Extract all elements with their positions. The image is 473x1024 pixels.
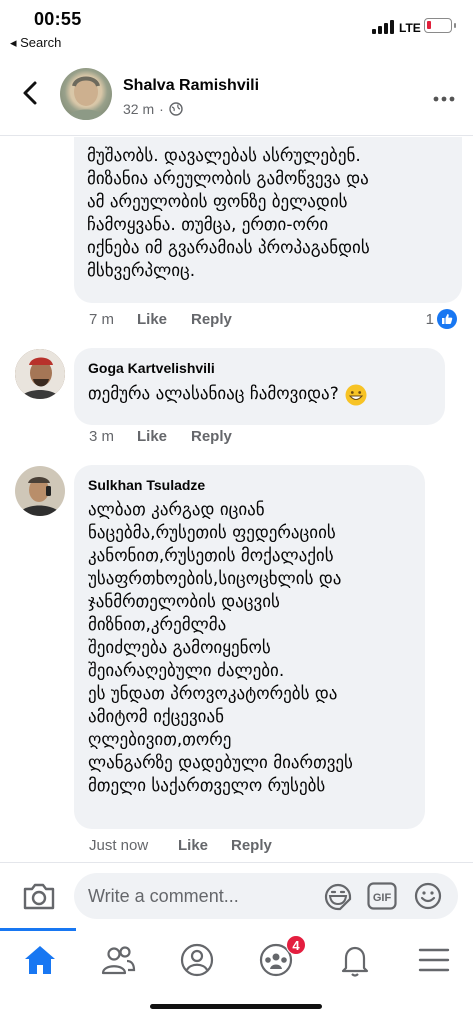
comment-time: 3 m	[89, 428, 115, 445]
gif-icon: GIF	[367, 882, 397, 910]
comment-time: 7 m	[89, 311, 115, 328]
comment-actions: Just now Like Reply	[89, 837, 272, 854]
comment-line: მიზანია არეულობის გამოწვევა და	[87, 169, 369, 189]
like-button[interactable]: Like	[178, 837, 231, 854]
comment-text: მუშაობს. დავალებას ასრულებენ. მიზანია არ…	[87, 145, 370, 283]
bell-icon	[341, 946, 369, 977]
comment-bubble: Goga Kartvelishvili თემურა ალასანიაც ჩამ…	[74, 348, 445, 425]
commenter-name[interactable]: Goga Kartvelishvili	[88, 360, 367, 376]
comment-line: მიზნით,კრემლმა	[88, 615, 227, 635]
comment-input[interactable]: Write a comment... GIF	[74, 873, 458, 919]
back-to-search-link[interactable]: ◂ Search	[10, 35, 61, 51]
post-header: Shalva Ramishvili 32 m ·	[0, 56, 473, 136]
camera-button[interactable]	[22, 881, 56, 911]
sticker-button[interactable]	[323, 882, 353, 912]
comment-text: თემურა ალასანიაც ჩამოვიდა?	[88, 383, 367, 406]
comment-time: Just now	[89, 837, 149, 854]
comment-line: ალბათ კარგად იციან	[88, 500, 265, 520]
comment-line: მთელი საქართველო რუსებს	[88, 776, 326, 796]
comment-line: მუშაობს. დავალებას ასრულებენ.	[87, 146, 361, 166]
comment-bubble: მუშაობს. დავალებას ასრულებენ. მიზანია არ…	[74, 137, 462, 303]
home-icon	[25, 946, 55, 974]
comment-actions: 7 m Like Reply	[89, 311, 232, 328]
groups-badge: 4	[286, 935, 306, 955]
tab-profile[interactable]	[177, 942, 217, 978]
like-button[interactable]: Like	[137, 428, 191, 445]
commenter-name[interactable]: Sulkhan Tsuladze	[88, 477, 353, 493]
status-bar: 00:55 ◂ Search LTE	[0, 0, 473, 56]
comment-bubble: Sulkhan Tsuladze ალბათ კარგად იციან ნაცე…	[74, 465, 425, 829]
menu-icon	[418, 948, 450, 972]
comment-line: ამიტომ იქცევიან	[88, 707, 224, 727]
home-indicator	[150, 1004, 322, 1009]
comment-line: ეს უნდათ პროვოკატორებს და	[88, 684, 338, 704]
comment-line: იქნება იმ გვარამიას პროპაგანდის	[87, 238, 370, 258]
more-icon	[433, 96, 455, 102]
reaction-number: 1	[425, 310, 434, 328]
comment-line: ჯანმრთელობის დაცვის	[88, 592, 280, 612]
tab-menu[interactable]	[414, 942, 454, 978]
comment-composer: Write a comment... GIF	[0, 862, 473, 928]
comment-line: მსხვერპლიც.	[87, 261, 196, 281]
comment-line: უსაფრთხოების,სიცოცხლის და	[88, 569, 342, 589]
comment-line: ამ არეულობის ფონზე ბელადის	[87, 192, 348, 212]
comment-placeholder: Write a comment...	[88, 886, 239, 906]
reaction-count[interactable]: 1	[426, 309, 457, 329]
meta-separator: ·	[159, 101, 164, 117]
more-options-button[interactable]	[433, 90, 455, 102]
status-time: 00:55	[34, 9, 82, 29]
chevron-left-icon	[23, 81, 37, 105]
battery-icon	[424, 18, 456, 33]
tab-friends[interactable]	[98, 942, 138, 978]
commenter-avatar[interactable]	[15, 349, 65, 399]
like-button[interactable]: Like	[137, 311, 191, 328]
reply-button[interactable]: Reply	[191, 311, 232, 328]
camera-icon	[23, 883, 55, 910]
sticker-icon	[324, 883, 352, 911]
friends-icon	[101, 946, 136, 975]
post-meta: 32 m ·	[123, 101, 183, 117]
gif-button[interactable]: GIF	[367, 882, 397, 910]
back-button[interactable]	[16, 78, 46, 108]
emoji-button[interactable]	[413, 881, 443, 911]
grinning-emoji-icon	[345, 384, 367, 405]
gif-label: GIF	[373, 892, 392, 904]
comment-line: ნაცებმა,რუსეთის ფედერაციის	[88, 523, 336, 543]
network-type: LTE	[399, 21, 421, 35]
tab-notifications[interactable]	[335, 942, 375, 978]
profile-icon	[180, 943, 214, 977]
comment-actions: 3 m Like Reply	[89, 428, 232, 445]
commenter-avatar[interactable]	[15, 466, 65, 516]
active-tab-indicator	[0, 928, 76, 931]
emoji-icon	[414, 882, 442, 910]
comment-line: თემურა ალასანიაც ჩამოვიდა?	[88, 384, 339, 404]
comment-text: ალბათ კარგად იციან ნაცებმა,რუსეთის ფედერ…	[88, 499, 353, 798]
comment-line: ღლებივით,თორე	[88, 730, 232, 750]
thumbs-up-icon	[437, 309, 457, 329]
globe-icon	[169, 102, 183, 116]
comments-list: მუშაობს. დავალებას ასრულებენ. მიზანია არ…	[0, 137, 473, 862]
author-avatar[interactable]	[60, 68, 112, 120]
bottom-navigation: 4	[0, 928, 473, 1024]
tab-home[interactable]	[20, 942, 60, 978]
signal-icon	[372, 20, 396, 34]
reply-button[interactable]: Reply	[231, 837, 272, 854]
comment-line: შეიარაღებული ძალები.	[88, 661, 285, 681]
post-time: 32 m	[123, 101, 155, 117]
comment-line: ჩამოყვანა. თუმცა, ერთი-ორი	[87, 215, 329, 235]
comment-line: კანონით,რუსეთის მოქალაქის	[88, 546, 334, 566]
author-name[interactable]: Shalva Ramishvili	[123, 77, 259, 95]
comment-line: შეიძლება გამოიყენოს	[88, 638, 271, 658]
reply-button[interactable]: Reply	[191, 428, 232, 445]
comment-line: ლანგარზე დადებული მიართვეს	[88, 753, 353, 773]
